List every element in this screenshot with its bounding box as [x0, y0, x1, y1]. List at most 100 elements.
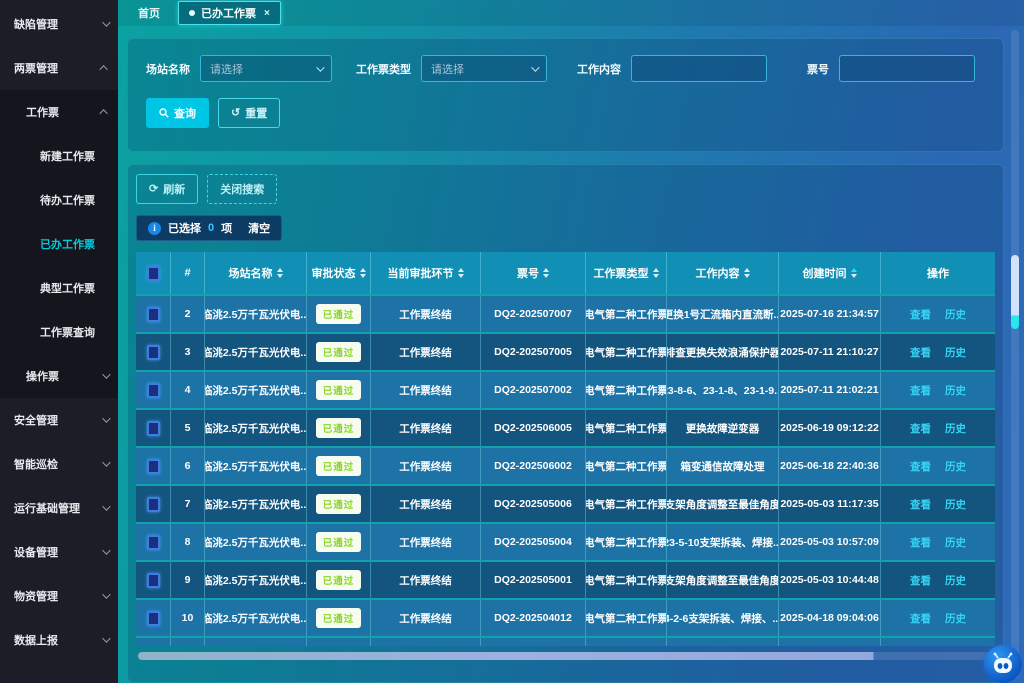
work-content: 支架角度调整至最佳角度 — [667, 562, 779, 598]
view-link[interactable]: 查看 — [910, 383, 931, 398]
operations-cell: 查看历史 — [881, 372, 995, 408]
ticket-no-input[interactable] — [839, 55, 975, 82]
sidebar-item-work-ticket[interactable]: 工作票 — [0, 90, 118, 134]
vertical-scrollbar-thumb[interactable] — [1011, 255, 1019, 329]
history-link[interactable]: 历史 — [945, 421, 966, 436]
station-name: 临洮2.5万千瓦光伏电... — [205, 372, 307, 408]
view-link[interactable]: 查看 — [910, 459, 931, 474]
sidebar-item-equipment-mgmt[interactable]: 设备管理 — [0, 530, 118, 574]
sidebar-item-work-ticket-query[interactable]: 工作票查询 — [0, 310, 118, 354]
sidebar-item-defect-mgmt[interactable]: 缺陷管理 — [0, 2, 118, 46]
row-checkbox[interactable] — [147, 611, 160, 626]
row-checkbox[interactable] — [147, 573, 160, 588]
close-search-button[interactable]: 关闭搜索 — [207, 174, 277, 204]
vertical-scrollbar-track[interactable] — [1011, 30, 1019, 679]
approval-step: 工作票终结 — [371, 296, 481, 332]
header-created[interactable]: 创建时间 — [779, 252, 881, 294]
created-time: 2025-06-19 09:12:22 — [779, 410, 881, 446]
header-content[interactable]: 工作内容 — [667, 252, 779, 294]
sidebar-item-operation-basic-mgmt[interactable]: 运行基础管理 — [0, 486, 118, 530]
sort-icon[interactable] — [277, 268, 283, 278]
sort-icon[interactable] — [744, 268, 750, 278]
row-checkbox[interactable] — [147, 421, 160, 436]
sort-icon[interactable] — [653, 268, 659, 278]
history-link[interactable]: 历史 — [945, 345, 966, 360]
history-link[interactable]: 历史 — [945, 611, 966, 626]
view-link[interactable]: 查看 — [910, 307, 931, 322]
history-link[interactable]: 历史 — [945, 383, 966, 398]
header-status[interactable]: 审批状态 — [307, 252, 371, 294]
history-link[interactable]: 历史 — [945, 573, 966, 588]
sidebar-item-operation-ticket[interactable]: 操作票 — [0, 354, 118, 398]
approval-step: 工作票终结 — [371, 524, 481, 560]
sidebar-item-data-report[interactable]: 数据上报 — [0, 618, 118, 662]
selection-bar: i 已选择 0 项 清空 — [136, 215, 282, 241]
row-checkbox[interactable] — [147, 307, 160, 322]
table-row: 9临洮2.5万千瓦光伏电...已通过工作票终结DQ2-202505001电气第二… — [136, 560, 995, 598]
history-link[interactable]: 历史 — [945, 307, 966, 322]
header-type[interactable]: 工作票类型 — [586, 252, 667, 294]
sidebar-item-safety-mgmt[interactable]: 安全管理 — [0, 398, 118, 442]
station-select[interactable]: 请选择 — [200, 55, 332, 82]
clear-selection-link[interactable]: 清空 — [248, 220, 270, 236]
row-checkbox-cell — [136, 410, 171, 446]
view-link[interactable]: 查看 — [910, 611, 931, 626]
view-link[interactable]: 查看 — [910, 497, 931, 512]
view-link[interactable]: 查看 — [910, 345, 931, 360]
row-index: 5 — [171, 410, 205, 446]
reset-icon: ↺ — [231, 108, 240, 119]
status-badge: 已通过 — [316, 418, 362, 438]
ticket-type-select[interactable]: 请选择 — [421, 55, 547, 82]
reset-button[interactable]: ↺ 重置 — [218, 98, 280, 128]
status-badge: 已通过 — [316, 456, 362, 476]
history-link[interactable]: 历史 — [945, 497, 966, 512]
station-name: 临洮2.5万千瓦光伏电... — [205, 524, 307, 560]
sort-icon[interactable] — [851, 268, 857, 278]
row-index: 8 — [171, 524, 205, 560]
sort-icon[interactable] — [458, 268, 464, 278]
history-link[interactable]: 历史 — [945, 459, 966, 474]
status-cell: 已通过 — [307, 448, 371, 484]
station-select-placeholder: 请选择 — [210, 61, 243, 77]
assistant-robot-icon[interactable] — [984, 645, 1022, 683]
refresh-button[interactable]: ⟳ 刷新 — [136, 174, 198, 204]
sidebar: 缺陷管理 两票管理 工作票 新建工作票 待办工作票 已办工作票 典型工作票 工作… — [0, 0, 118, 683]
select-all-checkbox[interactable] — [147, 266, 160, 281]
sidebar-item-label: 操作票 — [26, 368, 102, 384]
row-checkbox[interactable] — [147, 383, 160, 398]
horizontal-scrollbar[interactable] — [138, 652, 993, 660]
view-link[interactable]: 查看 — [910, 421, 931, 436]
header-step[interactable]: 当前审批环节 — [371, 252, 481, 294]
sort-icon[interactable] — [543, 268, 549, 278]
header-ticket-no[interactable]: 票号 — [481, 252, 586, 294]
table-row: 6临洮2.5万千瓦光伏电...已通过工作票终结DQ2-202506002电气第二… — [136, 446, 995, 484]
view-link[interactable]: 查看 — [910, 573, 931, 588]
row-checkbox[interactable] — [147, 497, 160, 512]
sidebar-item-typical-work-ticket[interactable]: 典型工作票 — [0, 266, 118, 310]
table-row: 3临洮2.5万千瓦光伏电...已通过工作票终结DQ2-202507005电气第二… — [136, 332, 995, 370]
tab-done-work-ticket[interactable]: 已办工作票 × — [178, 1, 281, 25]
main-area: 首页 已办工作票 × 场站名称 请选择 工作票类型 请选择 工作内容 — [118, 0, 1024, 683]
chevron-down-icon — [316, 63, 324, 71]
row-checkbox[interactable] — [147, 535, 160, 550]
table-row: 2临洮2.5万千瓦光伏电...已通过工作票终结DQ2-202507007电气第二… — [136, 294, 995, 332]
tab-home[interactable]: 首页 — [130, 1, 168, 25]
tab-close-icon[interactable]: × — [264, 8, 270, 19]
sidebar-item-new-work-ticket[interactable]: 新建工作票 — [0, 134, 118, 178]
work-content: 23-5-10支架拆装、焊接... — [667, 524, 779, 560]
work-content-input[interactable] — [631, 55, 767, 82]
sidebar-item-two-ticket-mgmt[interactable]: 两票管理 — [0, 46, 118, 90]
sidebar-item-smart-inspection[interactable]: 智能巡检 — [0, 442, 118, 486]
sidebar-item-material-mgmt[interactable]: 物资管理 — [0, 574, 118, 618]
status-badge: 已通过 — [316, 304, 362, 324]
row-checkbox[interactable] — [147, 459, 160, 474]
query-button[interactable]: 查询 — [146, 98, 209, 128]
header-station[interactable]: 场站名称 — [205, 252, 307, 294]
history-link[interactable]: 历史 — [945, 535, 966, 550]
view-link[interactable]: 查看 — [910, 535, 931, 550]
sort-icon[interactable] — [360, 268, 366, 278]
sidebar-item-pending-work-ticket[interactable]: 待办工作票 — [0, 178, 118, 222]
sidebar-item-done-work-ticket[interactable]: 已办工作票 — [0, 222, 118, 266]
row-checkbox[interactable] — [147, 345, 160, 360]
table-row: 10临洮2.5万千瓦光伏电...已通过工作票终结DQ2-202504012电气第… — [136, 598, 995, 636]
